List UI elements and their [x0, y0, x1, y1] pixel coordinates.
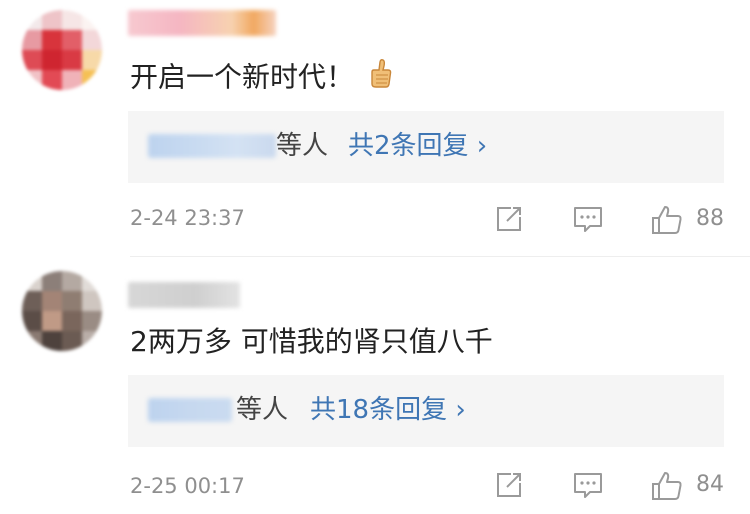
comment-item: 开启一个新时代！ 等人 共2条回复 › 2-24 23:37 88	[0, 0, 750, 256]
divider	[130, 256, 750, 257]
share-icon[interactable]	[494, 470, 524, 504]
reply-etc-label: 等人	[276, 131, 329, 161]
username-blurred[interactable]	[128, 10, 276, 36]
comment-item: 2两万多 可惜我的肾只值八千 等人 共18条回复 › 2-25 00:17 84	[0, 258, 750, 514]
comment-text-label: 开启一个新时代！	[130, 60, 355, 94]
reply-summary[interactable]: 等人 共2条回复 ›	[128, 111, 724, 183]
like-icon[interactable]	[650, 470, 684, 506]
comment-icon[interactable]	[572, 470, 604, 504]
like-icon[interactable]	[650, 204, 684, 240]
avatar[interactable]	[22, 10, 102, 90]
reply-usernames-blurred[interactable]	[148, 398, 232, 422]
reply-count-link[interactable]: 共18条回复 ›	[310, 393, 466, 427]
comment-text: 开启一个新时代！	[130, 58, 394, 99]
username-blurred[interactable]	[128, 282, 240, 308]
comment-time: 2-25 00:17	[130, 474, 245, 498]
comment-time: 2-24 23:37	[130, 206, 245, 230]
reply-usernames-blurred[interactable]	[148, 134, 276, 158]
comment-text: 2两万多 可惜我的肾只值八千	[130, 325, 493, 358]
reply-etc-label: 等人	[236, 395, 289, 425]
reply-summary[interactable]: 等人 共18条回复 ›	[128, 375, 724, 447]
thumbs-up-emoji-icon	[368, 58, 394, 99]
like-count: 88	[696, 206, 724, 231]
comment-icon[interactable]	[572, 204, 604, 238]
avatar[interactable]	[22, 271, 102, 351]
like-count: 84	[696, 472, 724, 497]
share-icon[interactable]	[494, 204, 524, 238]
reply-count-link[interactable]: 共2条回复 ›	[348, 129, 487, 163]
